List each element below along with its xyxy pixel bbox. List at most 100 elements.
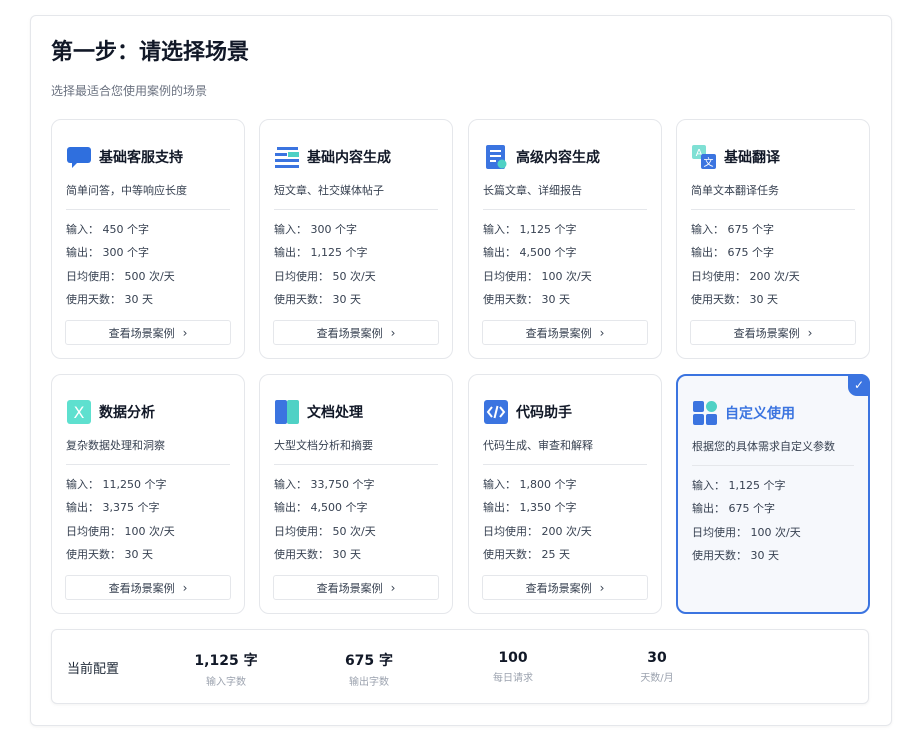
- chevron-right-icon: ›: [599, 325, 605, 340]
- card-header: 基础客服支持: [66, 144, 183, 170]
- card-title: 代码助手: [516, 405, 572, 421]
- stat-value: 500 次/天: [124, 269, 175, 283]
- stat-value: 675 个字: [728, 502, 776, 516]
- text-lines-icon: [274, 144, 300, 170]
- stat-value: 30 天: [541, 292, 571, 306]
- stat-label: 输出：: [274, 501, 307, 515]
- stat-value: 50 次/天: [332, 269, 376, 283]
- scenario-card[interactable]: A 文基础翻译 简单文本翻译任务 输入： 675 个字 输出： 675 个字 日均使用： …: [676, 119, 870, 359]
- stat-label: 使用天数：: [66, 292, 121, 306]
- card-description: 简单文本翻译任务: [691, 184, 779, 197]
- checkmark-icon: ✓: [848, 374, 870, 396]
- stat-label: 输出：: [483, 246, 516, 260]
- chevron-right-icon: ›: [807, 325, 813, 340]
- stat-output: 输出： 675 个字: [692, 501, 801, 524]
- card-divider: [274, 464, 438, 465]
- stat-label: 输出：: [692, 502, 725, 516]
- stat-label: 日均使用：: [274, 524, 329, 538]
- stat-label: 日均使用：: [691, 269, 746, 283]
- stat-output: 输出： 4,500 个字: [483, 245, 592, 268]
- stat-value: 30 天: [332, 292, 362, 306]
- card-divider: [483, 464, 647, 465]
- scenario-card[interactable]: 基础内容生成 短文章、社交媒体帖子 输入： 300 个字 输出： 1,125 个字 日均…: [259, 119, 453, 359]
- stat-label: 输出：: [483, 501, 516, 515]
- stat-input: 输入： 300 个字: [274, 222, 376, 245]
- stat-days: 使用天数： 30 天: [66, 292, 175, 315]
- stat-days: 使用天数： 30 天: [483, 292, 592, 315]
- stat-daily: 日均使用： 100 次/天: [66, 524, 175, 547]
- card-title: 基础翻译: [724, 150, 780, 166]
- stat-value: 30 天: [124, 547, 154, 561]
- card-stats: 输入： 450 个字 输出： 300 个字 日均使用： 500 次/天 使用天数： 3…: [66, 222, 175, 315]
- card-stats: 输入： 1,125 个字 输出： 675 个字 日均使用： 100 次/天 使用天数：…: [692, 478, 801, 571]
- stat-output: 输出： 1,125 个字: [274, 245, 376, 268]
- stat-label: 输入：: [274, 223, 307, 236]
- stat-input: 输入： 1,125 个字: [483, 222, 592, 245]
- card-description: 根据您的具体需求自定义参数: [692, 440, 835, 453]
- stat-days: 使用天数： 25 天: [483, 547, 592, 570]
- metric-label: 输入字数: [206, 677, 246, 688]
- stat-value: 200 次/天: [541, 524, 592, 538]
- stat-value: 675 个字: [727, 223, 775, 236]
- scenario-card[interactable]: 文档处理大型文档分析和摘要输入： 33,750 个字 输出： 4,500 个字 日均…: [259, 374, 453, 614]
- stat-value: 450 个字: [102, 223, 150, 236]
- stat-output: 输出： 300 个字: [66, 245, 175, 268]
- card-stats: 输入： 33,750 个字 输出： 4,500 个字 日均使用： 50 次/天 使用天…: [274, 477, 376, 570]
- stat-value: 675 个字: [727, 246, 775, 260]
- book-icon: [274, 399, 300, 425]
- card-divider: [483, 209, 647, 210]
- card-description: 大型文档分析和摘要: [274, 439, 373, 452]
- stat-value: 30 天: [124, 292, 154, 306]
- scenario-card[interactable]: 自定义使用 根据您的具体需求自定义参数 输入： 1,125 个字 输出： 675 个字…: [676, 374, 870, 614]
- metric-label: 每日请求: [493, 673, 533, 684]
- view-cases-button[interactable]: 查看场景案例 ›: [482, 320, 648, 345]
- card-stats: 输入： 300 个字 输出： 1,125 个字 日均使用： 50 次/天 使用天数： …: [274, 222, 376, 315]
- document-star-icon: [483, 144, 509, 170]
- stat-daily: 日均使用： 100 次/天: [692, 525, 801, 548]
- chevron-right-icon: ›: [182, 325, 188, 340]
- view-cases-button[interactable]: 查看场景案例 ›: [273, 320, 439, 345]
- button-label: 查看场景案例: [108, 581, 175, 595]
- stat-value: 11,250 个字: [102, 478, 167, 491]
- view-cases-button[interactable]: 查看场景案例 ›: [482, 575, 648, 600]
- stat-daily: 日均使用： 50 次/天: [274, 524, 376, 547]
- stat-value: 300 个字: [310, 223, 358, 236]
- metric-days-per-month: 30 天数/月: [607, 650, 707, 684]
- view-cases-button[interactable]: 查看场景案例 ›: [65, 575, 231, 600]
- chevron-right-icon: ›: [182, 580, 188, 595]
- metric-value: 1,125 字: [194, 653, 258, 669]
- stat-label: 输入：: [483, 223, 516, 236]
- card-stats: 输入： 1,125 个字 输出： 4,500 个字 日均使用： 100 次/天 使用天…: [483, 222, 592, 315]
- stat-input: 输入： 11,250 个字: [66, 477, 175, 500]
- view-cases-button[interactable]: 查看场景案例 ›: [65, 320, 231, 345]
- stat-label: 日均使用：: [692, 525, 747, 539]
- stat-value: 1,350 个字: [519, 501, 577, 515]
- stat-output: 输出： 3,375 个字: [66, 500, 175, 523]
- stat-label: 日均使用：: [483, 269, 538, 283]
- stat-label: 日均使用：: [66, 524, 121, 538]
- stat-value: 200 次/天: [749, 269, 800, 283]
- stat-value: 1,125 个字: [728, 479, 786, 492]
- scenario-card[interactable]: 基础客服支持 简单问答，中等响应长度 输入： 450 个字 输出： 300 个字 日均使…: [51, 119, 245, 359]
- stat-daily: 日均使用： 200 次/天: [483, 524, 592, 547]
- card-header: 文档处理: [274, 399, 363, 425]
- metric-input-chars: 1,125 字 输入字数: [176, 650, 276, 688]
- card-description: 简单问答，中等响应长度: [66, 184, 187, 197]
- scenario-card[interactable]: X 数据分析 复杂数据处理和洞察 输入： 11,250 个字 输出： 3,375 个字日…: [51, 374, 245, 614]
- stat-daily: 日均使用： 100 次/天: [483, 269, 592, 292]
- view-cases-button[interactable]: 查看场景案例 ›: [273, 575, 439, 600]
- current-config-bar: 当前配置 1,125 字 输入字数 675 字 输出字数 100 每日请求 30…: [51, 629, 869, 704]
- card-stats: 输入： 1,800 个字 输出： 1,350 个字 日均使用： 200 次/天 使用天…: [483, 477, 592, 570]
- stat-label: 日均使用：: [274, 269, 329, 283]
- scenario-card[interactable]: 代码助手 代码生成、审查和解释 输入： 1,800 个字 输出： 1,350 个字 日均…: [468, 374, 662, 614]
- stat-label: 日均使用：: [66, 269, 121, 283]
- stat-label: 输入：: [692, 479, 725, 492]
- scenario-card[interactable]: 高级内容生成 长篇文章、详细报告 输入： 1,125 个字 输出： 4,500 个字日…: [468, 119, 662, 359]
- chevron-right-icon: ›: [390, 325, 396, 340]
- view-cases-button[interactable]: 查看场景案例 ›: [690, 320, 856, 345]
- button-label: 查看场景案例: [316, 581, 383, 595]
- stat-value: 33,750 个字: [310, 478, 375, 491]
- stat-label: 输出：: [274, 246, 307, 260]
- stat-value: 1,125 个字: [310, 246, 368, 260]
- stat-label: 输入：: [274, 478, 307, 491]
